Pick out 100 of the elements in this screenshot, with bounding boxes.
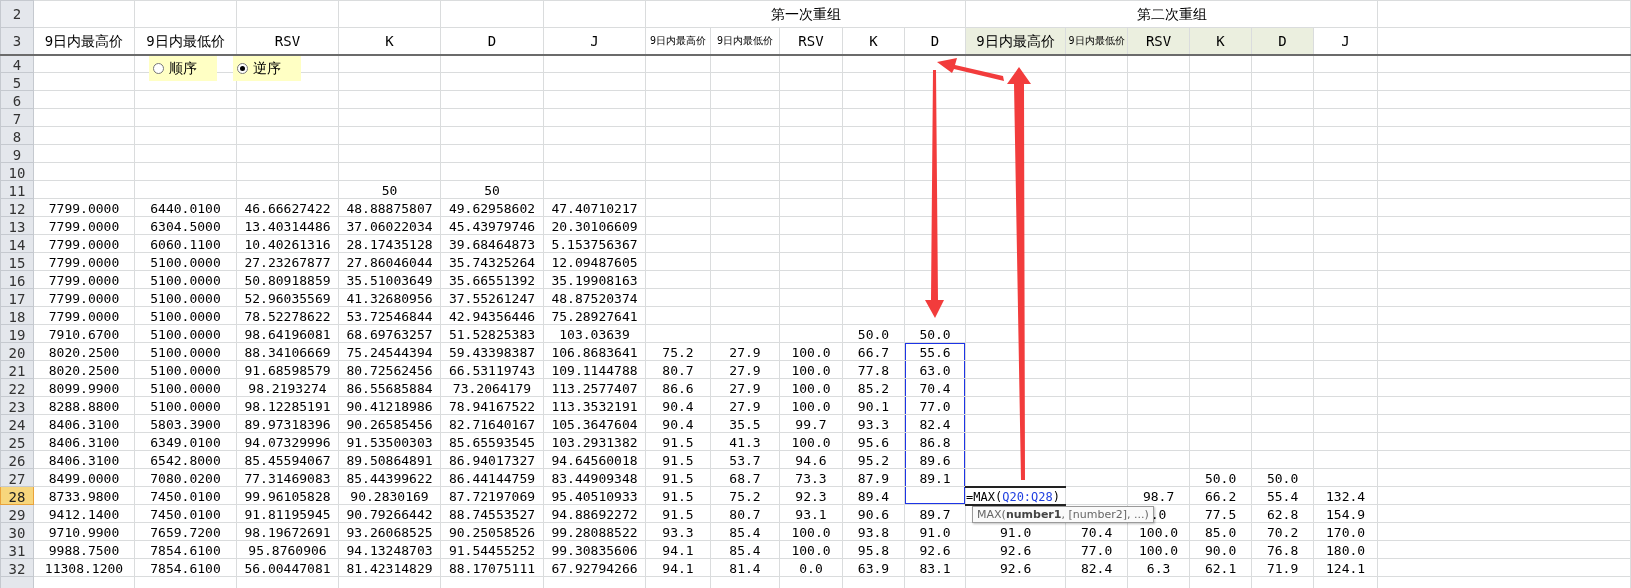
radio-option[interactable]: 逆序 [233,55,301,81]
table-cell: 89.50864891 [338,450,441,469]
table-cell: 48.88875807 [338,198,441,217]
table-cell: 100.0 [779,522,843,541]
radio-option[interactable]: 顺序 [149,55,217,81]
table-cell: 98.12285191 [236,396,339,415]
table-cell: 89.7 [904,504,966,523]
table-cell: 77.31469083 [236,468,339,487]
table-cell: 7799.0000 [33,198,135,217]
column-heading: 9日内最低价 [710,27,780,55]
table-cell: 5.153756367 [543,234,646,253]
table-cell: 99.7 [779,414,843,433]
table-cell: 37.06022034 [338,216,441,235]
table-cell: 11308.1200 [33,558,135,577]
table-cell: 66.7 [842,342,905,361]
table-cell: 113.3532191 [543,396,646,415]
table-cell: 8406.3100 [33,414,135,433]
table-cell: 98.2193274 [236,378,339,397]
table-cell: 94.07329996 [236,432,339,451]
table-cell: 62.1 [1189,558,1252,577]
table-cell: 53.72546844 [338,306,441,325]
table-cell: 90.41218986 [338,396,441,415]
table-cell: 48.87520374 [543,288,646,307]
table-cell: 92.6 [965,558,1066,577]
table-cell: 35.74325264 [440,252,544,271]
table-cell: 70.4 [1065,522,1128,541]
table-cell: 0.0 [779,558,843,577]
table-cell: 86.6 [645,378,711,397]
table-cell: 7450.0100 [134,504,237,523]
table-cell: 88.34106669 [236,342,339,361]
table-cell: 27.9 [710,360,780,379]
table-cell: 42.94356446 [440,306,544,325]
radio-icon[interactable] [237,62,248,74]
table-cell: 59.43398387 [440,342,544,361]
table-cell: 62.8 [1251,504,1314,523]
table-cell: 28.17435128 [338,234,441,253]
table-cell: 46.66627422 [236,198,339,217]
table-cell: 50.80918859 [236,270,339,289]
table-cell: 100.0 [779,342,843,361]
table-cell: 6060.1100 [134,234,237,253]
table-cell: 91.5 [645,504,711,523]
table-cell: 77.5 [1189,504,1252,523]
table-cell: 82.4 [904,414,966,433]
column-heading: 9日内最高价 [645,27,711,55]
table-cell: 86.94017327 [440,450,544,469]
table-cell: 90.0 [1189,540,1252,559]
column-heading: RSV [236,27,339,55]
table-cell: 9710.9900 [33,522,135,541]
table-cell: 73.3 [779,468,843,487]
table-cell: 81.4 [710,558,780,577]
table-cell: 77.0 [904,396,966,415]
table-cell: 50.0 [1189,468,1252,487]
table-cell: 103.03639 [543,324,646,343]
table-cell: 5100.0000 [134,306,237,325]
radio-icon[interactable] [153,62,164,74]
table-cell: 7854.6100 [134,558,237,577]
table-cell: 90.6 [842,504,905,523]
table-cell: 73.2064179 [440,378,544,397]
table-cell: 6349.0100 [134,432,237,451]
table-cell: 56.00447081 [236,558,339,577]
table-cell: 105.3647604 [543,414,646,433]
table-cell: 27.86046044 [338,252,441,271]
table-cell: 99.96105828 [236,486,339,505]
table-cell: 85.2 [842,378,905,397]
table-cell: 85.45594067 [236,450,339,469]
table-cell: 91.68598579 [236,360,339,379]
table-cell: 77.0 [1065,540,1128,559]
table-cell: 27.23267877 [236,252,339,271]
table-cell: 9412.1400 [33,504,135,523]
table-cell: 90.25058526 [440,522,544,541]
table-cell: 7910.6700 [33,324,135,343]
table-cell: 8288.8800 [33,396,135,415]
table-cell: 87.9 [842,468,905,487]
table-cell: 55.4 [1251,486,1314,505]
table-cell: 5100.0000 [134,252,237,271]
table-cell: 90.2830169 [338,486,441,505]
table-cell: 93.8 [842,522,905,541]
table-cell: 91.5 [645,468,711,487]
table-cell: 5100.0000 [134,324,237,343]
table-cell: 7854.6100 [134,540,237,559]
table-cell: 8020.2500 [33,360,135,379]
column-heading: J [1313,27,1378,55]
column-heading: 9日内最高价 [965,27,1066,55]
table-cell: 95.6 [842,432,905,451]
column-heading: 9日内最低价 [134,27,237,55]
table-cell: 83.44909348 [543,468,646,487]
table-cell: 85.4 [710,540,780,559]
table-cell: 6304.5000 [134,216,237,235]
table-cell: 76.8 [1251,540,1314,559]
table-cell: 92.3 [779,486,843,505]
table-cell: 55.6 [904,342,966,361]
table-cell: 45.43979746 [440,216,544,235]
table-cell: 85.44399622 [338,468,441,487]
table-cell: 63.0 [904,360,966,379]
table-cell: 94.1 [645,540,711,559]
table-cell: 91.5 [645,450,711,469]
table-cell: 83.1 [904,558,966,577]
table-cell: 66.2 [1189,486,1252,505]
table-cell: 49.62958602 [440,198,544,217]
table-cell: 7799.0000 [33,306,135,325]
